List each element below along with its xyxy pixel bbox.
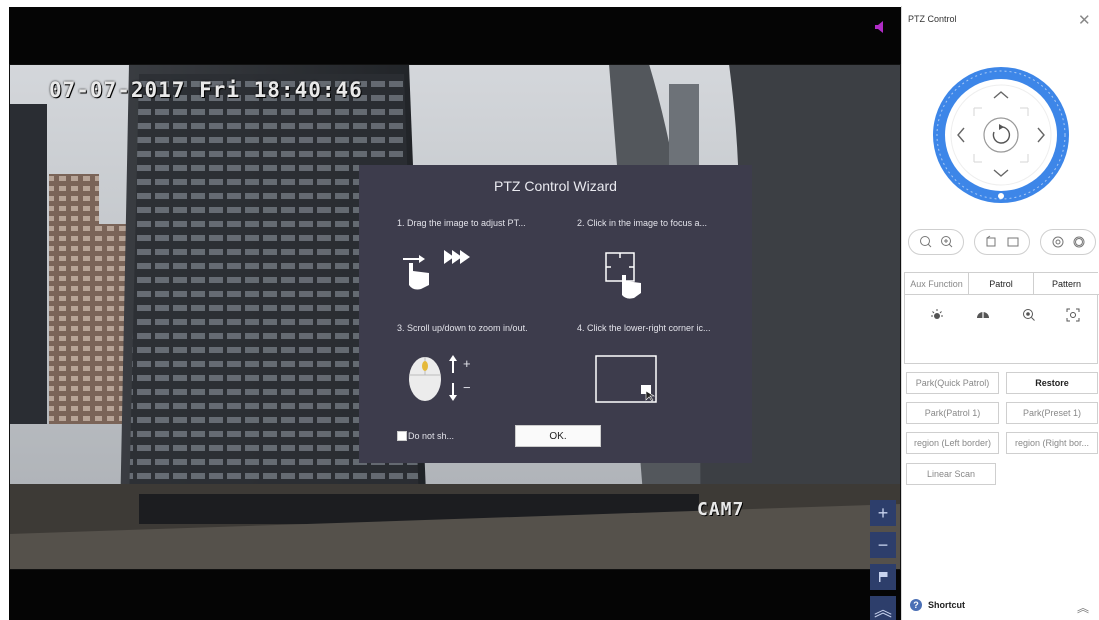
corner-icon-illustration (595, 355, 657, 403)
do-not-show-checkbox[interactable] (397, 431, 407, 441)
zoom-minus-label: − (463, 380, 471, 395)
wizard-title: PTZ Control Wizard (494, 178, 617, 194)
focus-tap-icon (605, 252, 641, 299)
focus-near-icon[interactable] (985, 235, 999, 249)
ptz-direction-pad[interactable] (928, 62, 1074, 208)
zoom-in-button[interactable]: + (870, 500, 896, 526)
chevron-up-icon[interactable]: ︽ (1077, 599, 1089, 616)
drag-hand-icon (403, 250, 470, 290)
tab-patrol[interactable]: Patrol (969, 273, 1033, 295)
wiper-icon[interactable] (973, 305, 993, 325)
zoom-out-button[interactable]: − (870, 532, 896, 558)
wizard-step-4: 4. Click the lower-right corner ic... (577, 323, 711, 333)
iris-pill (1040, 229, 1096, 255)
zoom-out-icon[interactable] (919, 235, 933, 249)
collapse-toolbar-button[interactable]: ︽ (870, 596, 896, 620)
lens-init-icon[interactable] (1063, 305, 1083, 325)
park-patrol-1-button[interactable]: Park(Patrol 1) (906, 402, 999, 424)
help-icon: ? (910, 599, 922, 611)
region-right-border-button[interactable]: region (Right bor... (1006, 432, 1098, 454)
region-left-border-button[interactable]: region (Left border) (906, 432, 999, 454)
focus-pill (974, 229, 1030, 255)
restore-button[interactable]: Restore (1006, 372, 1098, 394)
flag-button[interactable] (870, 564, 896, 590)
wizard-step-2: 2. Click in the image to focus a... (577, 218, 708, 228)
zoom-plus-label: + (463, 356, 471, 371)
ok-button[interactable]: OK. (515, 425, 601, 447)
linear-scan-button[interactable]: Linear Scan (906, 463, 996, 485)
ptz-control-wizard-dialog: PTZ Control Wizard 1. Drag the image to … (359, 165, 752, 463)
light-icon[interactable] (927, 305, 947, 325)
speaker-icon[interactable] (873, 20, 887, 34)
wizard-step-3: 3. Scroll up/down to zoom in/out. (397, 323, 528, 333)
iris-close-icon[interactable] (1072, 235, 1086, 249)
tab-pattern[interactable]: Pattern (1033, 273, 1099, 295)
flag-icon (879, 572, 888, 582)
focus-far-icon[interactable] (1006, 235, 1020, 249)
zoom-in-icon[interactable] (940, 235, 954, 249)
wizard-step-1: 1. Drag the image to adjust PT... (397, 218, 526, 228)
osd-timestamp: 07-07-2017 Fri 18:40:46 (49, 78, 363, 102)
auto-scan-button[interactable] (983, 117, 1019, 153)
osd-camera-label: CAM7 (697, 499, 745, 520)
ptz-function-tabs: Aux Function Patrol Pattern (904, 272, 1099, 364)
ptz-control-panel: PTZ Control ✕ Aux Function Patrol Patter… (901, 6, 1099, 620)
iris-open-icon[interactable] (1051, 235, 1065, 249)
do-not-show-label: Do not sh... (408, 431, 455, 441)
park-preset-1-button[interactable]: Park(Preset 1) (1006, 402, 1098, 424)
one-touch-focus-icon[interactable] (1019, 305, 1039, 325)
tab-aux-function[interactable]: Aux Function (905, 273, 969, 295)
panel-title: PTZ Control (908, 14, 957, 24)
shortcut-link[interactable]: ? Shortcut (910, 599, 965, 611)
close-icon[interactable]: ✕ (1078, 11, 1091, 29)
zoom-pill (908, 229, 964, 255)
shortcut-label: Shortcut (928, 600, 965, 610)
park-quick-patrol-button[interactable]: Park(Quick Patrol) (906, 372, 999, 394)
